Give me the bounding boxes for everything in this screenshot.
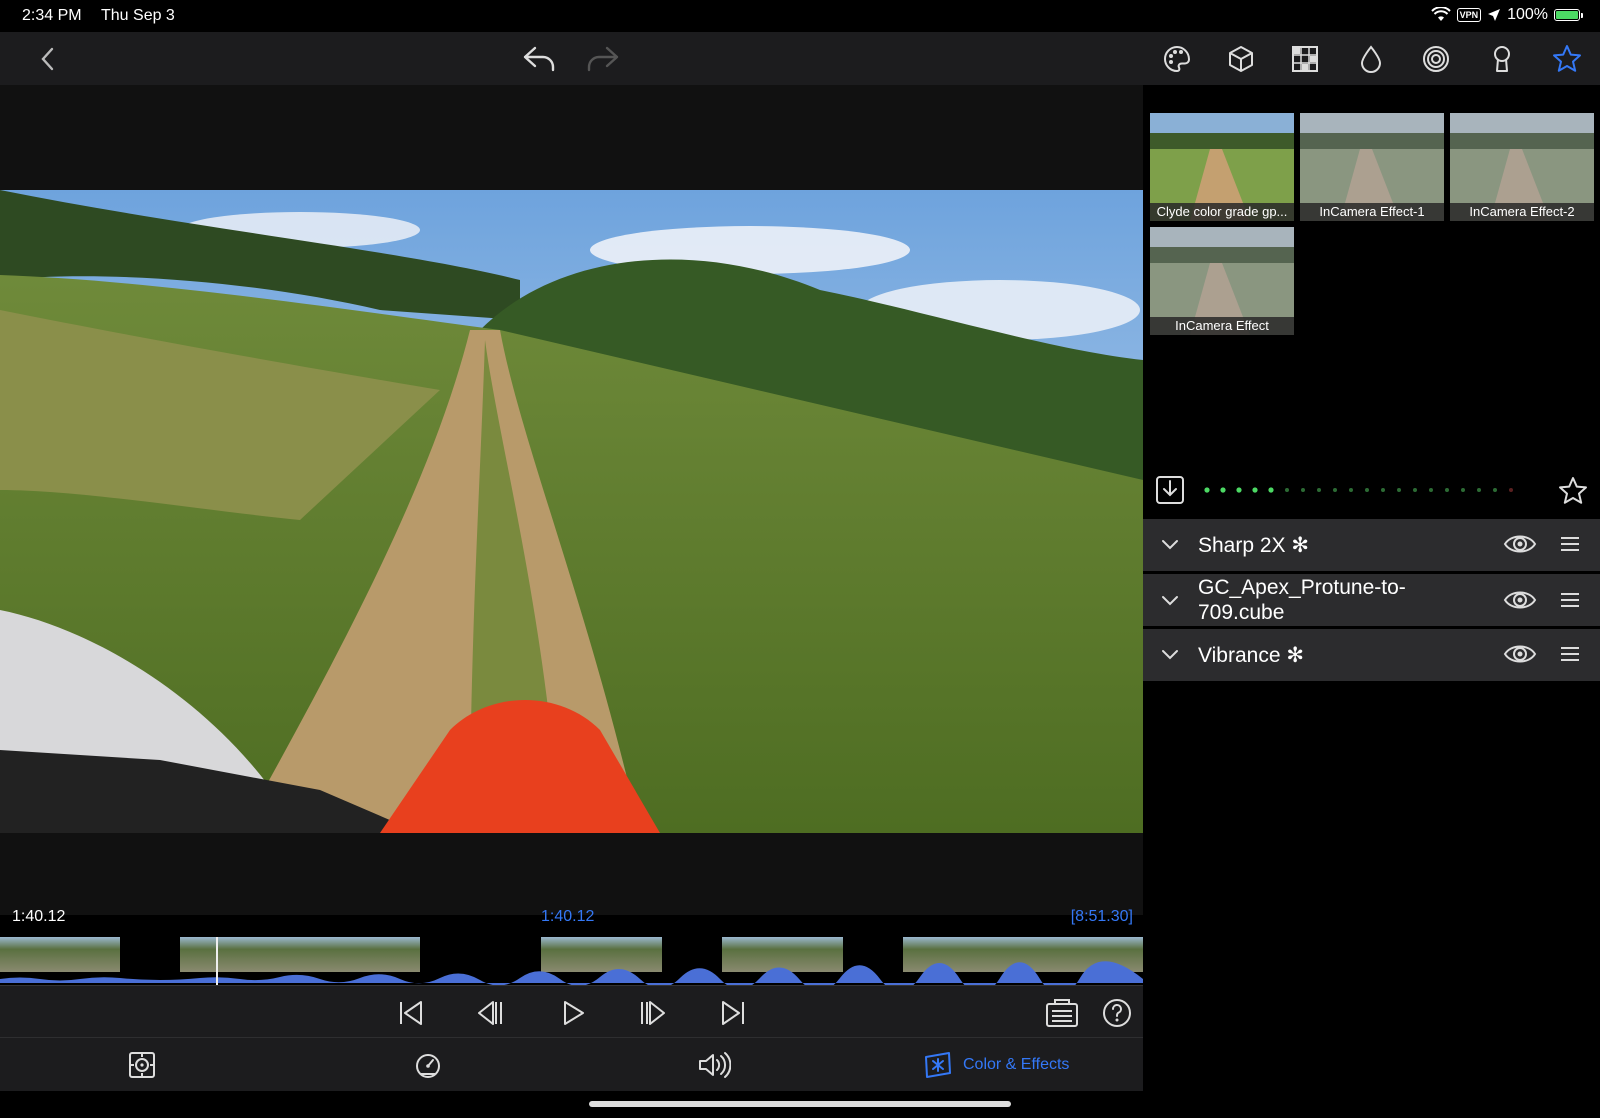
eye-icon[interactable]: [1503, 531, 1537, 557]
chevron-down-icon[interactable]: [1160, 644, 1180, 664]
effect-row[interactable]: Vibrance ✻: [1143, 629, 1600, 681]
back-icon[interactable]: [30, 41, 66, 77]
effect-name: Sharp 2X ✻: [1198, 533, 1309, 557]
drag-handle-icon[interactable]: [1559, 590, 1581, 610]
effect-name: GC_Apex_Protune-to-709.cube: [1198, 576, 1406, 624]
spiral-icon[interactable]: [1418, 41, 1454, 77]
skip-to-end-icon[interactable]: [714, 994, 752, 1032]
battery-percent: 100%: [1507, 6, 1548, 23]
home-indicator[interactable]: [589, 1101, 1011, 1107]
preset-label: InCamera Effect-2: [1450, 203, 1594, 221]
effect-name: Vibrance ✻: [1198, 643, 1304, 667]
total-duration: [8:51.30]: [1070, 908, 1133, 925]
eye-icon[interactable]: [1503, 641, 1537, 667]
preset-thumbnail[interactable]: InCamera Effect: [1150, 227, 1294, 335]
favorite-star-icon[interactable]: [1557, 475, 1589, 507]
chevron-down-icon[interactable]: [1160, 590, 1180, 610]
effects-panel: Clyde color grade gp... InCamera Effect-…: [1143, 85, 1600, 1091]
chevron-down-icon[interactable]: [1160, 534, 1180, 554]
status-bar: 2:34 PM Thu Sep 3 VPN 100%: [0, 0, 1600, 32]
wifi-icon: [1430, 7, 1451, 23]
speedometer-icon: [413, 1050, 443, 1080]
preset-thumbnail[interactable]: InCamera Effect-2: [1450, 113, 1594, 221]
tab-transform[interactable]: [127, 1048, 157, 1082]
eye-icon[interactable]: [1503, 587, 1537, 613]
effect-row[interactable]: Sharp 2X ✻: [1143, 519, 1600, 571]
drag-handle-icon[interactable]: [1559, 644, 1581, 664]
preset-label: InCamera Effect: [1150, 317, 1294, 335]
playhead-time: 1:40.12: [12, 908, 66, 925]
page-indicator[interactable]: [1203, 485, 1513, 495]
palette-icon[interactable]: [1159, 41, 1195, 77]
cube-icon[interactable]: [1223, 41, 1259, 77]
undo-icon[interactable]: [521, 41, 557, 77]
drop-icon[interactable]: [1353, 41, 1389, 77]
step-forward-icon[interactable]: [634, 994, 672, 1032]
status-indicators: VPN 100%: [1430, 6, 1583, 24]
preset-label: InCamera Effect-1: [1300, 203, 1444, 221]
effect-row[interactable]: GC_Apex_Protune-to-709.cube: [1143, 574, 1600, 626]
star-icon[interactable]: [1549, 41, 1585, 77]
vpn-badge: VPN: [1456, 8, 1482, 22]
skip-to-start-icon[interactable]: [392, 994, 430, 1032]
clipboard-icon[interactable]: [1043, 994, 1081, 1032]
grid-icon[interactable]: [1287, 41, 1323, 77]
tab-speed[interactable]: [413, 1048, 443, 1082]
transport-bar: [0, 985, 1143, 1038]
help-icon[interactable]: [1098, 994, 1136, 1032]
keyhole-icon[interactable]: [1484, 41, 1520, 77]
redo-icon[interactable]: [585, 41, 621, 77]
timecode-bar: 1:40.12 1:40.12 [8:51.30]: [0, 908, 1143, 932]
color-effects-icon: [923, 1050, 953, 1080]
play-icon[interactable]: [554, 994, 592, 1032]
preset-thumbnail[interactable]: InCamera Effect-1: [1300, 113, 1444, 221]
speaker-icon: [697, 1050, 731, 1080]
preset-label: Clyde color grade gp...: [1150, 203, 1294, 221]
top-toolbar: [0, 32, 1600, 85]
transform-icon: [127, 1050, 157, 1080]
status-date: Thu Sep 3: [101, 7, 175, 24]
timeline-filmstrip[interactable]: [0, 937, 1143, 985]
video-frame[interactable]: [0, 190, 1143, 833]
drag-handle-icon[interactable]: [1559, 534, 1581, 554]
preset-thumbnail[interactable]: Clyde color grade gp...: [1150, 113, 1294, 221]
import-preset-icon[interactable]: [1155, 475, 1185, 505]
tab-audio[interactable]: [697, 1048, 731, 1082]
status-time: 2:34 PM: [22, 7, 82, 24]
battery-icon: [1554, 9, 1583, 21]
tab-label: Color & Effects: [963, 1056, 1070, 1073]
step-back-icon[interactable]: [471, 994, 509, 1032]
current-time: 1:40.12: [541, 908, 595, 925]
location-icon: [1487, 8, 1501, 22]
bottom-tab-bar: Color & Effects: [0, 1037, 1143, 1092]
tab-color-effects[interactable]: Color & Effects: [923, 1048, 1069, 1082]
